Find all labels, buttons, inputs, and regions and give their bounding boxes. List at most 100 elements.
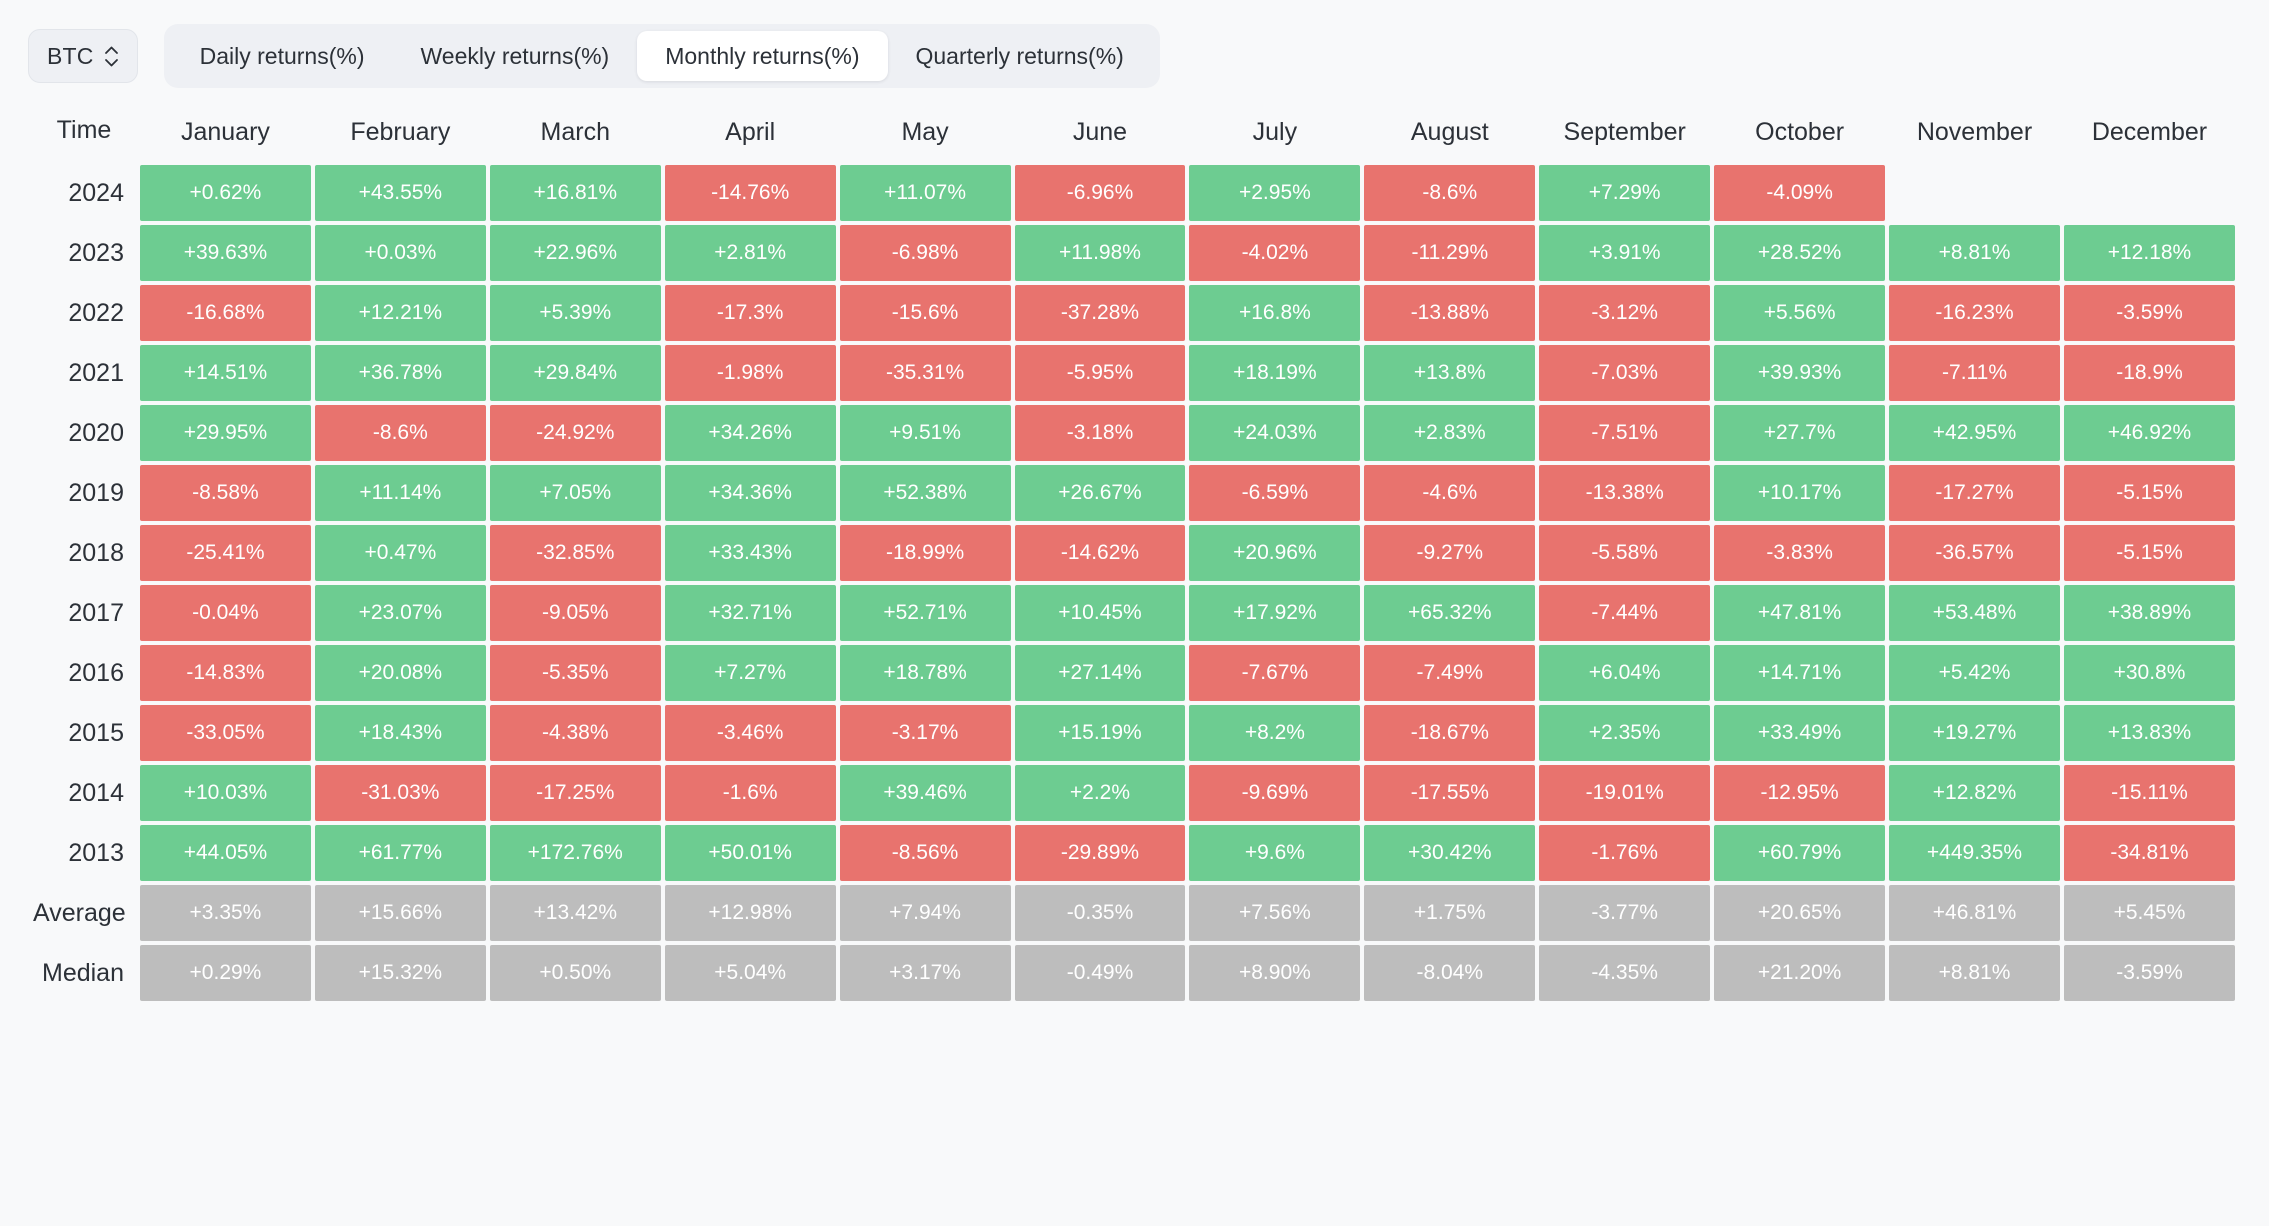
return-cell: +172.76% xyxy=(489,825,661,881)
return-cell: -17.25% xyxy=(489,765,661,821)
return-cell: +30.8% xyxy=(2063,645,2235,701)
tab-quarterly-returns[interactable]: Quarterly returns(%) xyxy=(888,31,1152,81)
chevron-up-down-icon xyxy=(104,45,119,68)
return-cell: +1.75% xyxy=(1364,885,1536,941)
row-label-2024: 2024 xyxy=(68,178,124,207)
return-cell: -18.99% xyxy=(839,525,1011,581)
summary-row: Median +0.29% +15.32% +0.50% +5.04% +3.17% -0.… xyxy=(32,945,2235,1001)
column-header-april: April xyxy=(725,118,776,146)
return-cell: +449.35% xyxy=(1889,825,2060,881)
return-cell: +2.95% xyxy=(1189,165,1361,221)
return-cell: +8.81% xyxy=(1889,225,2060,281)
table-row: 2016 -14.83% +20.08% -5.35% +7.27% +18.78% +27… xyxy=(32,645,2235,701)
return-cell: -34.81% xyxy=(2063,825,2235,881)
return-cell: +34.26% xyxy=(664,405,836,461)
return-cell: -5.58% xyxy=(1539,525,1711,581)
return-cell: -5.35% xyxy=(489,645,661,701)
return-cell: -33.05% xyxy=(140,705,311,761)
return-cell: +3.17% xyxy=(839,945,1011,1001)
table-body: 2024 +0.62% +43.55% +16.81% -14.76% +11.07% -6… xyxy=(32,165,2235,1001)
return-cell: -9.27% xyxy=(1364,525,1536,581)
row-label-2021: 2021 xyxy=(68,358,124,387)
return-cell: +2.35% xyxy=(1539,705,1711,761)
return-cell: +44.05% xyxy=(140,825,311,881)
return-cell: +16.81% xyxy=(489,165,661,221)
return-cell: +12.82% xyxy=(1889,765,2060,821)
return-cell: -8.6% xyxy=(1364,165,1536,221)
return-cell: +6.04% xyxy=(1539,645,1711,701)
return-cell: +24.03% xyxy=(1189,405,1361,461)
table-row: 2024 +0.62% +43.55% +16.81% -14.76% +11.07% -6… xyxy=(32,165,2235,221)
tab-monthly-returns[interactable]: Monthly returns(%) xyxy=(637,31,888,81)
asset-selector[interactable]: BTC xyxy=(28,29,138,83)
return-cell: -7.49% xyxy=(1364,645,1536,701)
column-header-october: October xyxy=(1755,118,1845,146)
return-cell: -15.6% xyxy=(839,285,1011,341)
return-cell: +2.2% xyxy=(1014,765,1186,821)
return-cell: +39.46% xyxy=(839,765,1011,821)
return-cell: -3.83% xyxy=(1714,525,1886,581)
return-cell: -3.12% xyxy=(1539,285,1711,341)
return-cell: +15.32% xyxy=(314,945,486,1001)
return-cell: +27.7% xyxy=(1714,405,1886,461)
return-cell: -4.09% xyxy=(1714,165,1886,221)
tab-daily-returns[interactable]: Daily returns(%) xyxy=(172,31,393,81)
return-cell: +0.62% xyxy=(140,165,311,221)
return-cell: +14.51% xyxy=(140,345,311,401)
return-cell: +16.8% xyxy=(1189,285,1361,341)
monthly-returns-table: Time January February March April May June Jul… xyxy=(28,108,2239,1005)
return-cell: +20.65% xyxy=(1714,885,1886,941)
return-cell: +8.2% xyxy=(1189,705,1361,761)
return-cell: +9.6% xyxy=(1189,825,1361,881)
return-cell: +50.01% xyxy=(664,825,836,881)
row-label-2019: 2019 xyxy=(68,478,124,507)
return-cell: +60.79% xyxy=(1714,825,1886,881)
return-cell: +39.93% xyxy=(1714,345,1886,401)
return-cell: +19.27% xyxy=(1889,705,2060,761)
return-cell: +38.89% xyxy=(2063,585,2235,641)
table-row: 2020 +29.95% -8.6% -24.92% +34.26% +9.51% -3.1… xyxy=(32,405,2235,461)
return-cell: +36.78% xyxy=(314,345,486,401)
return-cell: +12.18% xyxy=(2063,225,2235,281)
return-cell: -0.35% xyxy=(1014,885,1186,941)
summary-row: Average +3.35% +15.66% +13.42% +12.98% +7.94%… xyxy=(32,885,2235,941)
return-cell: -8.04% xyxy=(1364,945,1536,1001)
table-row: 2021 +14.51% +36.78% +29.84% -1.98% -35.31% -5… xyxy=(32,345,2235,401)
asset-selector-label: BTC xyxy=(47,42,94,69)
return-cell: +5.39% xyxy=(489,285,661,341)
return-cell: +33.49% xyxy=(1714,705,1886,761)
table-row: 2023 +39.63% +0.03% +22.96% +2.81% -6.98% +11.… xyxy=(32,225,2235,281)
table-row: 2019 -8.58% +11.14% +7.05% +34.36% +52.38% +26… xyxy=(32,465,2235,521)
return-cell: -37.28% xyxy=(1014,285,1186,341)
return-cell: +28.52% xyxy=(1714,225,1886,281)
return-cell: -9.69% xyxy=(1189,765,1361,821)
return-cell: -4.38% xyxy=(489,705,661,761)
return-cell: +11.07% xyxy=(839,165,1011,221)
return-cell: +21.20% xyxy=(1714,945,1886,1001)
return-cell: +46.81% xyxy=(1889,885,2060,941)
return-cell: +5.56% xyxy=(1714,285,1886,341)
return-cell: -16.68% xyxy=(140,285,311,341)
return-cell: +46.92% xyxy=(2063,405,2235,461)
return-cell: -3.46% xyxy=(664,705,836,761)
return-cell: -8.58% xyxy=(140,465,311,521)
return-cell: +15.66% xyxy=(314,885,486,941)
return-cell: +13.42% xyxy=(489,885,661,941)
return-cell: +8.90% xyxy=(1189,945,1361,1001)
return-cell: -6.98% xyxy=(839,225,1011,281)
tab-weekly-returns[interactable]: Weekly returns(%) xyxy=(392,31,637,81)
column-header-june: June xyxy=(1072,118,1128,146)
return-cell: +22.96% xyxy=(489,225,661,281)
row-label-2016: 2016 xyxy=(68,658,124,687)
return-cell: +29.95% xyxy=(140,405,311,461)
return-cell: -7.11% xyxy=(1889,345,2060,401)
return-cell: +42.95% xyxy=(1889,405,2060,461)
return-cell: +3.35% xyxy=(140,885,311,941)
return-cell: -9.05% xyxy=(489,585,661,641)
return-cell: -4.35% xyxy=(1539,945,1711,1001)
column-header-september: September xyxy=(1563,118,1686,146)
return-cell: +13.83% xyxy=(2063,705,2235,761)
return-cell: +8.81% xyxy=(1889,945,2060,1001)
return-cell: +23.07% xyxy=(314,585,486,641)
return-cell: +43.55% xyxy=(314,165,486,221)
